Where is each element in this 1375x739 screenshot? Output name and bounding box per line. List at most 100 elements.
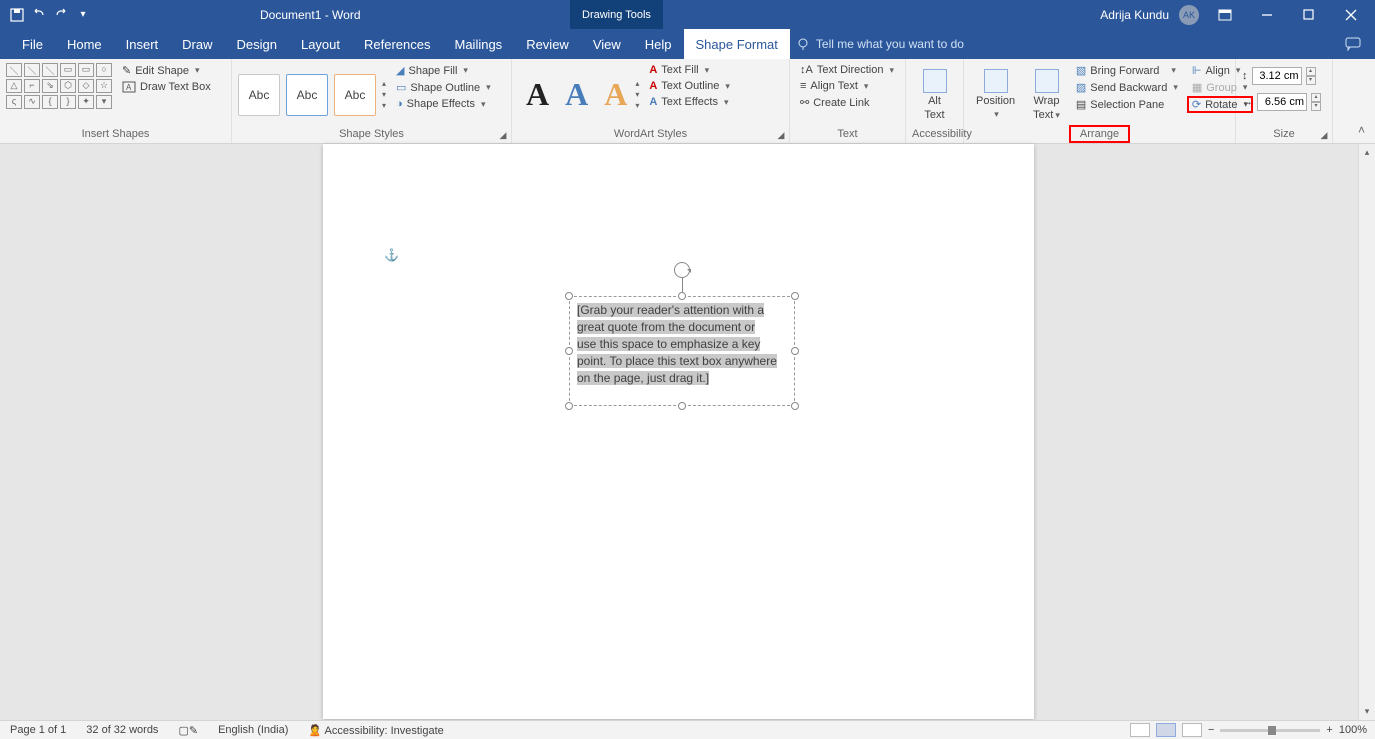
text-box-content[interactable]: [Grab your reader's attention with a gre… — [577, 302, 777, 387]
wordart-preset[interactable]: A — [518, 76, 557, 113]
shape-fill-button[interactable]: ◢Shape Fill▾ — [392, 63, 495, 78]
shape-height-input[interactable] — [1252, 67, 1302, 85]
group-wordart-styles: A A A ▴▾▾ AText Fill▾ AText Outline▾ ATe… — [512, 59, 790, 143]
ribbon-tabs: File Home Insert Draw Design Layout Refe… — [0, 29, 1375, 59]
zoom-out-button[interactable]: − — [1208, 724, 1214, 736]
wordart-preset[interactable]: A — [596, 76, 635, 113]
edit-shape-button[interactable]: ✎ Edit Shape▾ — [118, 63, 215, 78]
shape-style-preset[interactable]: Abc — [286, 74, 328, 116]
redo-icon[interactable] — [54, 8, 68, 22]
page-number-status[interactable]: Page 1 of 1 — [0, 724, 76, 736]
resize-handle-br[interactable] — [791, 402, 799, 410]
group-accessibility: Alt Text Accessibility — [906, 59, 964, 143]
zoom-level[interactable]: 100% — [1339, 724, 1367, 736]
wordart-gallery[interactable]: A A A ▴▾▾ — [518, 63, 639, 126]
accessibility-status[interactable]: 🙎 Accessibility: Investigate — [298, 724, 453, 737]
text-outline-button[interactable]: AText Outline▾ — [645, 79, 734, 93]
qat-customize-icon[interactable]: ▾ — [76, 8, 90, 22]
tab-insert[interactable]: Insert — [114, 29, 171, 59]
spell-check-icon[interactable]: ▢✎ — [168, 724, 208, 737]
tab-references[interactable]: References — [352, 29, 442, 59]
document-area[interactable]: ⚓ [Grab your reader's attention with a g… — [0, 144, 1375, 720]
rotate-handle[interactable] — [674, 262, 690, 278]
lightbulb-icon — [796, 37, 810, 51]
resize-handle-tl[interactable] — [565, 292, 573, 300]
selection-pane-button[interactable]: ▤Selection Pane — [1072, 97, 1182, 112]
tab-layout[interactable]: Layout — [289, 29, 352, 59]
resize-handle-l[interactable] — [565, 347, 573, 355]
resize-handle-b[interactable] — [678, 402, 686, 410]
width-spinner[interactable]: ▴▾ — [1311, 93, 1321, 111]
page[interactable]: ⚓ [Grab your reader's attention with a g… — [323, 144, 1034, 719]
tab-file[interactable]: File — [10, 29, 55, 59]
create-link-button[interactable]: ⚯Create Link — [796, 95, 898, 110]
collapse-ribbon-icon[interactable]: ˄ — [1358, 123, 1365, 137]
shape-style-preset[interactable]: Abc — [334, 74, 376, 116]
minimize-button[interactable] — [1251, 0, 1283, 29]
link-icon: ⚯ — [800, 96, 809, 109]
tab-draw[interactable]: Draw — [170, 29, 224, 59]
draw-text-box-button[interactable]: A Draw Text Box — [118, 80, 215, 94]
text-outline-icon: A — [649, 80, 657, 92]
send-backward-button[interactable]: ▨Send Backward▾ — [1072, 80, 1182, 95]
wordart-dialog-launcher[interactable]: ◢ — [775, 129, 787, 141]
web-layout-view-button[interactable] — [1182, 723, 1202, 737]
tab-help[interactable]: Help — [633, 29, 684, 59]
tab-mailings[interactable]: Mailings — [443, 29, 515, 59]
align-text-button[interactable]: ≡Align Text▾ — [796, 79, 898, 93]
text-effects-button[interactable]: AText Effects▾ — [645, 95, 734, 109]
rotate-icon: ⟳ — [1192, 98, 1201, 111]
ribbon: ＼＼＼▭▭○ △⌐⇘⬡◇☆ ς∿{}✦▾ ✎ Edit Shape▾ A Dra… — [0, 59, 1375, 144]
anchor-icon: ⚓ — [384, 248, 399, 262]
save-icon[interactable] — [10, 8, 24, 22]
resize-handle-r[interactable] — [791, 347, 799, 355]
position-button[interactable]: Position▾ — [970, 63, 1021, 126]
shape-style-gallery[interactable]: Abc Abc Abc ▴▾▾ — [238, 63, 386, 126]
user-avatar[interactable]: AK — [1179, 5, 1199, 25]
text-direction-button[interactable]: ↕AText Direction▾ — [796, 63, 898, 77]
shapes-gallery[interactable]: ＼＼＼▭▭○ △⌐⇘⬡◇☆ ς∿{}✦▾ — [6, 63, 112, 126]
height-spinner[interactable]: ▴▾ — [1306, 67, 1316, 85]
group-label-shape-styles: Shape Styles — [238, 126, 505, 143]
tab-design[interactable]: Design — [225, 29, 289, 59]
tab-view[interactable]: View — [581, 29, 633, 59]
tell-me-search[interactable]: Tell me what you want to do — [796, 37, 964, 51]
text-direction-icon: ↕A — [800, 64, 813, 76]
maximize-button[interactable] — [1293, 0, 1325, 29]
resize-handle-bl[interactable] — [565, 402, 573, 410]
print-layout-view-button[interactable] — [1156, 723, 1176, 737]
contextual-tab-drawing-tools[interactable]: Drawing Tools — [570, 0, 663, 29]
accessibility-icon: 🙎 — [308, 725, 322, 737]
read-mode-view-button[interactable] — [1130, 723, 1150, 737]
close-button[interactable] — [1335, 0, 1367, 29]
scroll-down-icon[interactable]: ▾ — [1359, 703, 1375, 720]
resize-handle-t[interactable] — [678, 292, 686, 300]
shape-outline-button[interactable]: ▭Shape Outline▾ — [392, 80, 495, 95]
ribbon-display-options-icon[interactable] — [1209, 0, 1241, 29]
tab-shape-format[interactable]: Shape Format — [684, 29, 790, 59]
wordart-preset[interactable]: A — [557, 76, 596, 113]
tab-home[interactable]: Home — [55, 29, 114, 59]
title-bar: ▾ Document1 - Word Drawing Tools Adrija … — [0, 0, 1375, 29]
user-name[interactable]: Adrija Kundu — [1100, 8, 1169, 22]
scroll-up-icon[interactable]: ▴ — [1359, 144, 1375, 161]
zoom-slider[interactable] — [1220, 729, 1320, 732]
shape-styles-dialog-launcher[interactable]: ◢ — [497, 129, 509, 141]
bring-forward-button[interactable]: ▧Bring Forward▾ — [1072, 63, 1182, 78]
shape-width-input[interactable] — [1257, 93, 1307, 111]
wrap-text-button[interactable]: Wrap Text▾ — [1027, 63, 1066, 126]
vertical-scrollbar[interactable]: ▴ ▾ — [1358, 144, 1375, 720]
word-count-status[interactable]: 32 of 32 words — [76, 724, 168, 736]
alt-text-button[interactable]: Alt Text — [917, 63, 953, 126]
text-fill-button[interactable]: AText Fill▾ — [645, 63, 734, 77]
resize-handle-tr[interactable] — [791, 292, 799, 300]
language-status[interactable]: English (India) — [208, 724, 298, 736]
zoom-in-button[interactable]: + — [1326, 724, 1332, 736]
shape-effects-button[interactable]: ◑Shape Effects▾ — [392, 97, 495, 111]
shape-style-preset[interactable]: Abc — [238, 74, 280, 116]
size-dialog-launcher[interactable]: ◢ — [1318, 129, 1330, 141]
selected-text-box[interactable]: [Grab your reader's attention with a gre… — [569, 296, 795, 406]
comments-icon[interactable] — [1345, 37, 1361, 51]
undo-icon[interactable] — [32, 8, 46, 22]
tab-review[interactable]: Review — [514, 29, 581, 59]
